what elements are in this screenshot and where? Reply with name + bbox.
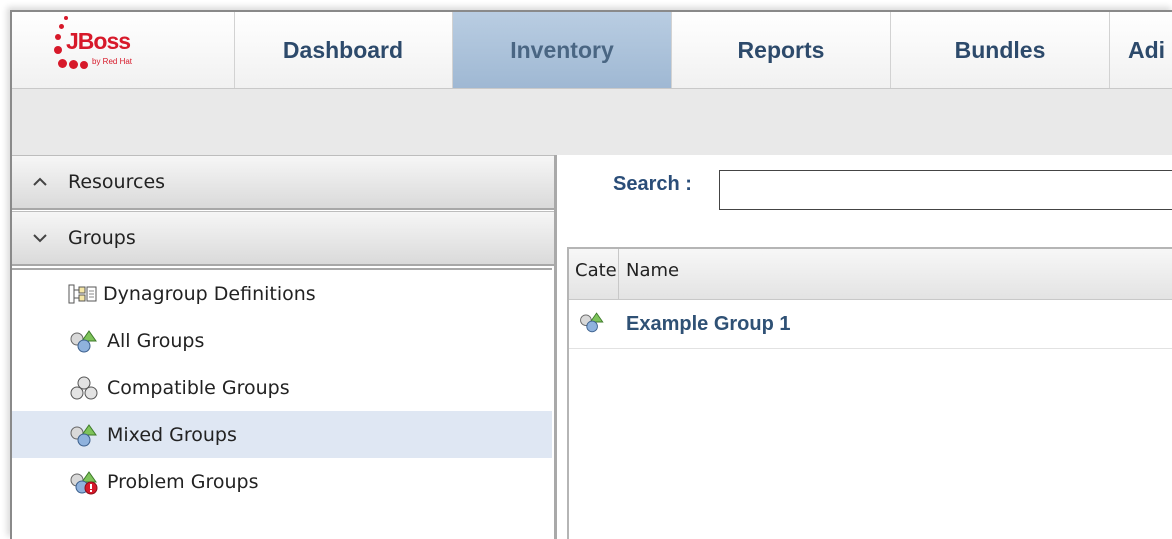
- tab-inventory[interactable]: Inventory: [453, 12, 672, 88]
- search-bar: Search :: [557, 155, 1172, 247]
- tree-item-compatible-groups[interactable]: Compatible Groups: [12, 364, 552, 411]
- tab-label: Adi: [1128, 36, 1166, 63]
- jboss-logo[interactable]: JBoss by Red Hat: [12, 12, 235, 88]
- tree-item-label: Problem Groups: [107, 470, 259, 493]
- tab-label: Bundles: [954, 36, 1046, 63]
- mixed-group-icon: [70, 423, 97, 446]
- tab-administration[interactable]: Adi: [1110, 12, 1172, 88]
- chevron-up-icon: [30, 172, 50, 192]
- tree-item-label: Mixed Groups: [107, 423, 237, 446]
- logo-wordmark: JBoss: [66, 28, 131, 54]
- compatible-group-icon: [70, 376, 98, 399]
- tree-item-problem-groups[interactable]: Problem Groups: [12, 458, 552, 505]
- section-header-groups[interactable]: Groups: [12, 211, 554, 266]
- section-label: Groups: [68, 227, 136, 249]
- table-header: Cate Name: [569, 249, 1172, 300]
- tree-item-label: All Groups: [107, 329, 205, 352]
- section-label: Resources: [68, 171, 166, 193]
- tab-bundles[interactable]: Bundles: [891, 12, 1110, 88]
- groups-tree: Dynagroup Definitions All Groups Compati…: [12, 268, 552, 505]
- logo-byline: by Red Hat: [92, 57, 133, 66]
- tab-dashboard[interactable]: Dashboard: [234, 12, 453, 88]
- chevron-down-icon: [30, 228, 50, 248]
- table-row[interactable]: Example Group 1: [569, 300, 1172, 349]
- app-window: JBoss by Red Hat Dashboard Inventory Rep…: [10, 10, 1172, 539]
- dynagroup-icon: [68, 284, 97, 303]
- top-nav-bar: JBoss by Red Hat Dashboard Inventory Rep…: [12, 12, 1172, 89]
- section-header-resources[interactable]: Resources: [12, 155, 554, 210]
- problem-group-icon: [70, 470, 98, 494]
- tab-label: Reports: [737, 36, 825, 63]
- column-header-name[interactable]: Name: [626, 249, 679, 293]
- tree-item-all-groups[interactable]: All Groups: [12, 317, 552, 364]
- tree-item-mixed-groups[interactable]: Mixed Groups: [12, 411, 552, 458]
- group-name-link[interactable]: Example Group 1: [626, 313, 791, 336]
- left-nav-panel: Resources Groups Dynagroup Definitions A…: [12, 155, 557, 539]
- mixed-group-icon: [70, 329, 97, 352]
- toolbar-band: [12, 89, 1172, 155]
- tab-reports[interactable]: Reports: [672, 12, 891, 88]
- tree-item-dynagroup-definitions[interactable]: Dynagroup Definitions: [12, 270, 552, 317]
- tab-label: Dashboard: [282, 36, 404, 63]
- tree-item-label: Compatible Groups: [107, 376, 290, 399]
- tree-item-label: Dynagroup Definitions: [103, 282, 316, 305]
- tab-label: Inventory: [510, 36, 614, 63]
- search-input[interactable]: [719, 170, 1172, 210]
- groups-table: Cate Name Example Group 1: [567, 247, 1172, 539]
- mixed-group-icon: [577, 309, 619, 339]
- main-content: Search : Cate Name Example Group 1: [557, 155, 1172, 539]
- search-label: Search :: [613, 173, 692, 195]
- column-header-category[interactable]: Cate: [569, 249, 619, 299]
